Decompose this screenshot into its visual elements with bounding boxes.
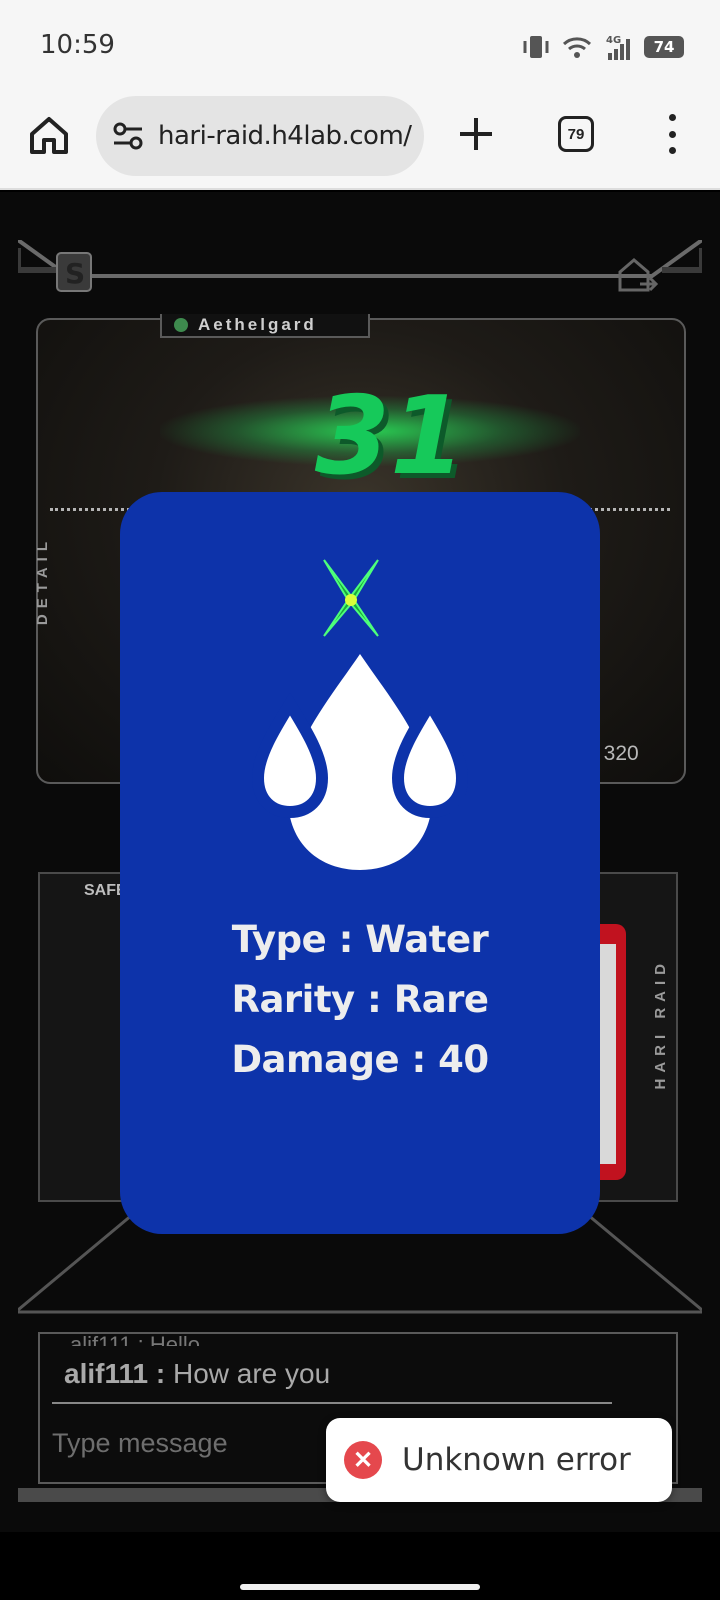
status-bar: 10:59 4G 74 [0, 0, 720, 90]
cell-signal-icon: 4G [606, 35, 630, 60]
boss-name-tab: Aethelgard [160, 314, 370, 338]
chat-separator [52, 1402, 612, 1404]
site-settings-icon[interactable] [112, 121, 144, 151]
chat-last-message: alif111 : How are you [64, 1358, 330, 1390]
browser-toolbar: hari-raid.h4lab.com/ 79 [0, 90, 720, 190]
card-type: Type : Water [231, 918, 489, 961]
exit-icon[interactable] [614, 252, 660, 296]
boss-name: Aethelgard [198, 315, 317, 334]
svg-text:S: S [65, 257, 85, 290]
top-frame [18, 240, 702, 278]
home-indicator[interactable] [240, 1584, 480, 1590]
boss-status-dot [174, 318, 188, 332]
error-toast: ✕ Unknown error [326, 1418, 672, 1502]
vibrate-icon [523, 36, 549, 58]
new-tab-icon[interactable] [456, 112, 496, 156]
tab-switcher-button[interactable]: 79 [558, 116, 594, 152]
wifi-icon [562, 37, 592, 58]
address-bar[interactable]: hari-raid.h4lab.com/ [96, 96, 424, 176]
home-icon[interactable] [26, 112, 72, 158]
water-drops-icon [251, 654, 469, 870]
shop-icon[interactable]: S [54, 250, 94, 294]
overflow-menu-icon[interactable] [660, 114, 684, 154]
status-icons: 4G 74 [522, 30, 684, 64]
battery-indicator: 74 [644, 36, 684, 58]
chat-username: alif111 : [64, 1358, 166, 1389]
chat-previous-message: alif111 : Hello [70, 1332, 201, 1346]
close-icon[interactable] [318, 556, 384, 640]
chat-message-text: How are you [172, 1358, 331, 1389]
card-damage: Damage : 40 [231, 1038, 489, 1081]
boss-hp-current: 31 [314, 374, 466, 499]
url-text: hari-raid.h4lab.com/ [158, 121, 412, 151]
detail-label[interactable]: DETAIL [34, 536, 51, 625]
toast-message: Unknown error [402, 1442, 631, 1478]
error-x-icon: ✕ [344, 1441, 382, 1479]
status-time: 10:59 [40, 30, 115, 60]
svg-text:4G: 4G [606, 35, 621, 46]
hari-raid-label: HARI RAID [652, 958, 669, 1090]
card-rarity: Rarity : Rare [231, 978, 489, 1021]
fire-card-face [598, 944, 616, 1164]
